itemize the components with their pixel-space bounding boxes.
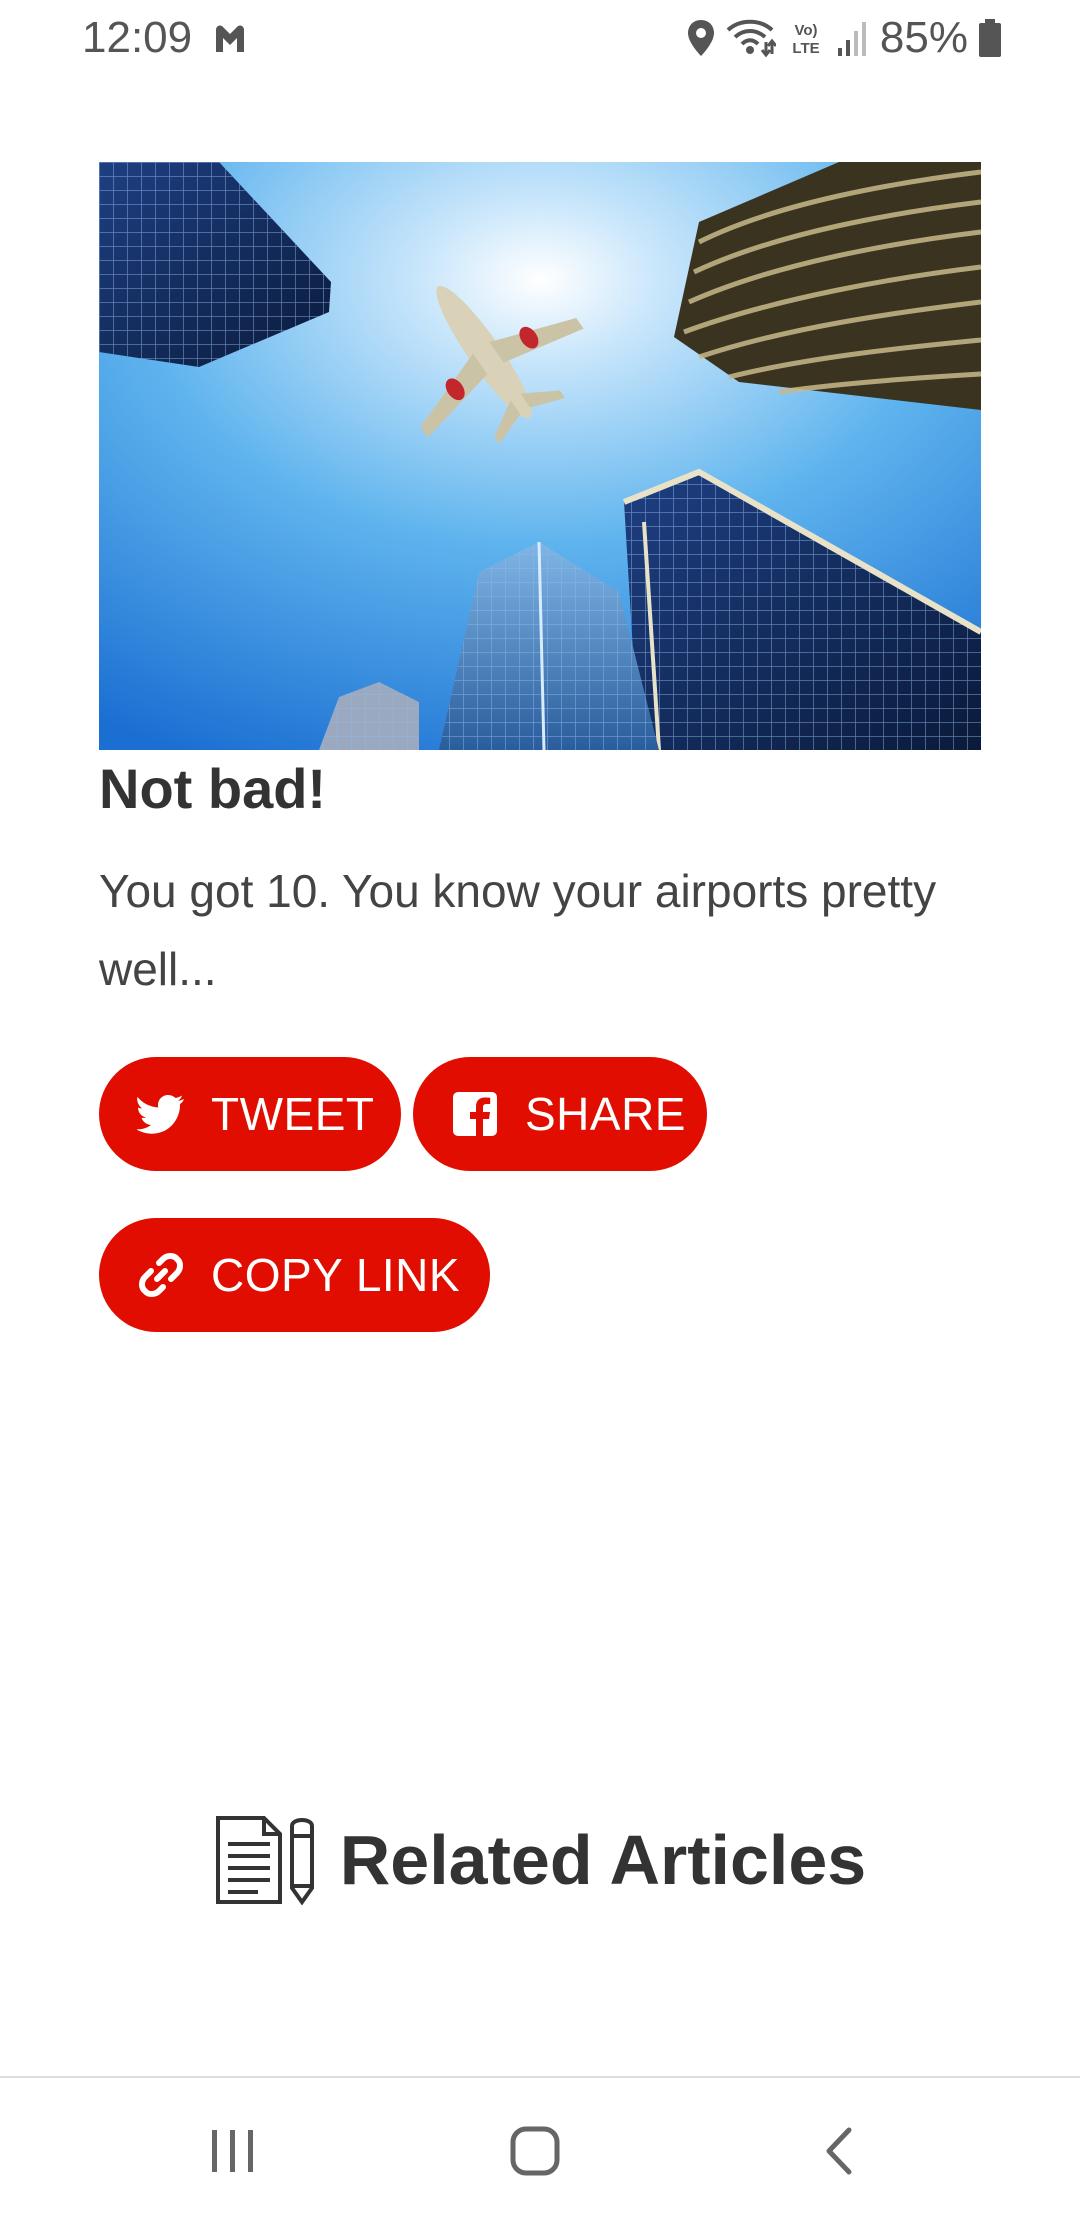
facebook-icon (451, 1090, 499, 1138)
location-icon (686, 18, 716, 58)
back-button[interactable] (798, 2118, 878, 2188)
system-nav-bar (0, 2076, 1080, 2220)
status-icons: Vo) LTE 85% (686, 10, 1002, 66)
signal-icon (836, 18, 870, 58)
status-time: 12:09 (82, 13, 193, 62)
recents-button[interactable] (193, 2118, 273, 2188)
home-icon (509, 2125, 561, 2182)
back-icon (821, 2126, 855, 2181)
facebook-share-button[interactable]: SHARE (413, 1057, 707, 1171)
home-button[interactable] (495, 2118, 575, 2188)
related-articles-header: Related Articles (0, 1800, 1080, 1920)
battery-percent: 85% (879, 13, 968, 62)
copy-link-label: COPY LINK (211, 1249, 461, 1301)
result-description: You got 10. You know your airports prett… (99, 865, 937, 995)
svg-text:LTE: LTE (792, 40, 819, 57)
share-label: SHARE (525, 1088, 686, 1140)
related-articles-heading: Related Articles (339, 1821, 867, 1899)
tweet-button[interactable]: TWEET (99, 1057, 401, 1171)
hero-image (99, 162, 981, 750)
result-title: Not bad! (99, 757, 327, 820)
tweet-label: TWEET (211, 1088, 375, 1140)
copy-link-button[interactable]: COPY LINK (99, 1218, 490, 1332)
screen: 12:09 Vo) LTE 85% Not bad! You got 10. Y… (0, 0, 1080, 2220)
twitter-icon (137, 1090, 185, 1138)
battery-icon (978, 18, 1002, 58)
link-icon (137, 1251, 185, 1299)
recents-icon (208, 2128, 258, 2179)
app-notification-icon (212, 20, 248, 56)
wifi-icon (726, 18, 776, 58)
volte-icon: Vo) LTE (786, 18, 826, 58)
svg-text:Vo): Vo) (794, 22, 817, 39)
status-bar: 12:09 Vo) LTE 85% (0, 0, 1080, 76)
document-pencil-icon (214, 1814, 318, 1906)
